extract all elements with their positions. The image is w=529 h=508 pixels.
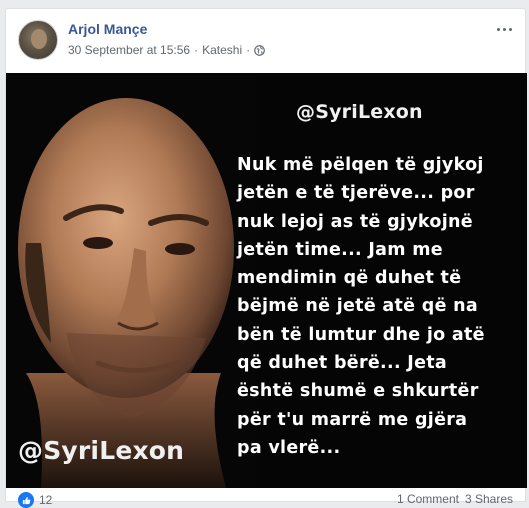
like-reaction-icon: [18, 492, 34, 508]
avatar[interactable]: [18, 20, 58, 60]
shares-count-link[interactable]: 3 Shares: [465, 492, 513, 506]
meta-separator-2: ·: [246, 43, 251, 57]
post-meta: 30 September at 15:56 · Kateshi ·: [68, 43, 265, 57]
portrait-image: [6, 73, 256, 488]
post-footer: 12 1 Comment 3 Shares: [6, 488, 525, 508]
more-dot-icon: [496, 27, 500, 31]
watermark-bottom: @SyriLexon: [18, 436, 185, 465]
comments-count-link[interactable]: 1 Comment: [397, 492, 459, 506]
more-dot-icon: [502, 27, 506, 31]
author-name[interactable]: Arjol Mançe: [68, 21, 147, 37]
post-header: Arjol Mançe 30 September at 15:56 · Kate…: [6, 9, 525, 73]
more-dot-icon: [508, 27, 512, 31]
engagement-counts: 1 Comment 3 Shares: [397, 492, 513, 506]
more-options-button[interactable]: [493, 21, 515, 37]
post-timestamp[interactable]: 30 September at 15:56: [68, 43, 190, 57]
post-card: Arjol Mançe 30 September at 15:56 · Kate…: [5, 8, 527, 508]
post-location[interactable]: Kateshi: [202, 43, 242, 57]
meta-separator: ·: [194, 43, 199, 57]
watermark-top: @SyriLexon: [296, 101, 423, 123]
quote-text: Nuk më pëlqen të gjykoj jetën e të tjerë…: [237, 155, 485, 458]
reactions-summary[interactable]: 12: [18, 492, 52, 508]
reaction-count: 12: [39, 493, 53, 507]
post-image[interactable]: @SyriLexon Nuk më pëlqen të gjykoj jetën…: [6, 73, 527, 488]
globe-icon[interactable]: [254, 44, 265, 56]
avatar-face: [31, 29, 47, 49]
